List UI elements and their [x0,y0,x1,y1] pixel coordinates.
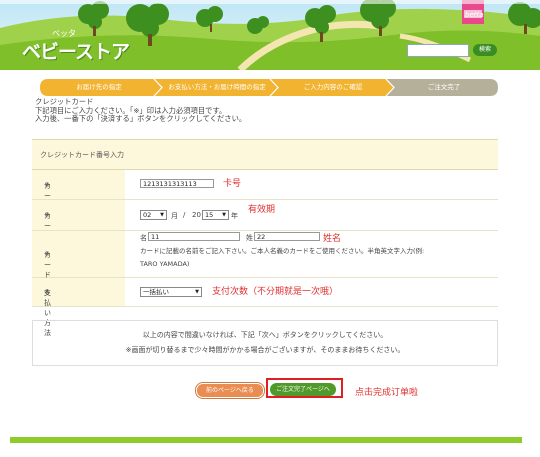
expiry-year-value: 15 [205,211,214,219]
card-name-annotation: 姓名 [323,234,342,244]
card-number-annotation: 卡号 [223,179,242,189]
search-button[interactable]: 検索 [473,44,497,56]
row-card-name: カード名義※ 名 11 姓 22 姓名 カードに記載の名前をご記入下さい。ご本人… [32,231,498,299]
confirmation-note: 以上の内容で間違いなければ、下記「次へ」ボタンをクリックしてください。 ※画面が… [32,320,498,366]
expiry-month-select[interactable]: 02 ▼ [140,210,167,220]
expiry-label-cell: カード有効期限※ [32,200,125,280]
intro-line-2: 入力後、一番下の「決済する」ボタンをクリックしてください。 [35,114,247,124]
payment-label-cell: 支払い方法 ※ [32,278,125,337]
back-button[interactable]: 前のページへ戻る [196,383,264,398]
required-mark: ※ [44,250,50,258]
footer-bar [10,437,522,443]
card-name-label-cell: カード名義※ [32,231,125,299]
expiry-annotation: 有效期 [248,205,276,215]
site-header: ベッタ ベビーストア betta 検索 [0,0,540,70]
last-name-label: 姓 [246,234,253,242]
last-name-input[interactable]: 22 [254,232,320,241]
checkout-steps: お届け先の指定 お支払い方法・お届け時間の指定 ご入力内容のご確認 ご注文完了 [40,79,498,96]
form-section-title: クレジットカード番号入力 [40,151,124,159]
step-confirm: ご入力内容のご確認 [303,83,363,91]
step-delivery: お届け先の指定 [76,83,122,91]
card-number-label-cell: カード番号※ [32,170,125,230]
form-section-header: クレジットカード番号入力 [32,140,498,170]
required-mark: ※ [44,181,50,189]
required-mark: ※ [44,288,50,296]
dropdown-arrow-icon: ▼ [222,212,226,218]
search-input[interactable] [407,44,469,57]
store-logo[interactable]: ベビーストア [22,37,130,64]
step-complete: ご注文完了 [427,83,461,91]
row-payment-method: 支払い方法 ※ 一括払い ▼ 支付次数（不分期就是一次哦） [32,278,498,337]
first-name-label: 名 [140,234,147,242]
note-line-2: ※画面が切り替るまで少々時間がかかる場合がございますが、そのままお待ちください。 [125,346,405,354]
betta-badge: betta [465,11,484,19]
card-number-input[interactable]: 1213131313113 [140,179,214,188]
step-payment: お支払い方法・お届け時間の指定 [168,83,266,91]
card-name-example: TARO YAMADA) [140,260,190,268]
dropdown-arrow-icon: ▼ [195,289,199,295]
month-unit: 月 [171,212,178,220]
expiry-year-select[interactable]: 15 ▼ [202,210,229,220]
intro-text: クレジットカード 下記項目にご入力ください。「※」印は入力必須項目です。 入力後… [35,97,247,124]
first-name-input[interactable]: 11 [148,232,240,241]
required-mark: ※ [44,211,50,219]
row-expiry: カード有効期限※ 02 ▼ 月 / 20 15 ▼ 年 有效期 [32,200,498,280]
next-button-annotation: 点击完成订单啦 [355,388,419,398]
expiry-month-value: 02 [143,211,152,219]
row-card-number: カード番号※ 1213131313113 卡号 [32,170,498,230]
date-separator: / [183,211,186,219]
next-button[interactable]: ご注文完了ページへ [270,383,336,396]
year-prefix: 20 [192,211,201,219]
credit-card-form: クレジットカード番号入力 カード番号※ 1213131313113 卡号 カード… [32,139,498,337]
payment-method-select[interactable]: 一括払い ▼ [140,287,202,297]
payment-method-value: 一括払い [143,288,169,296]
note-line-1: 以上の内容で間違いなければ、下記「次へ」ボタンをクリックしてください。 [142,331,388,339]
year-unit: 年 [231,212,238,220]
card-name-hint: カードに記載の名前をご記入下さい。ご本人名義のカードをご使用ください。半角英文字… [140,247,425,255]
payment-annotation: 支付次数（不分期就是一次哦） [212,287,339,297]
dropdown-arrow-icon: ▼ [160,212,164,218]
